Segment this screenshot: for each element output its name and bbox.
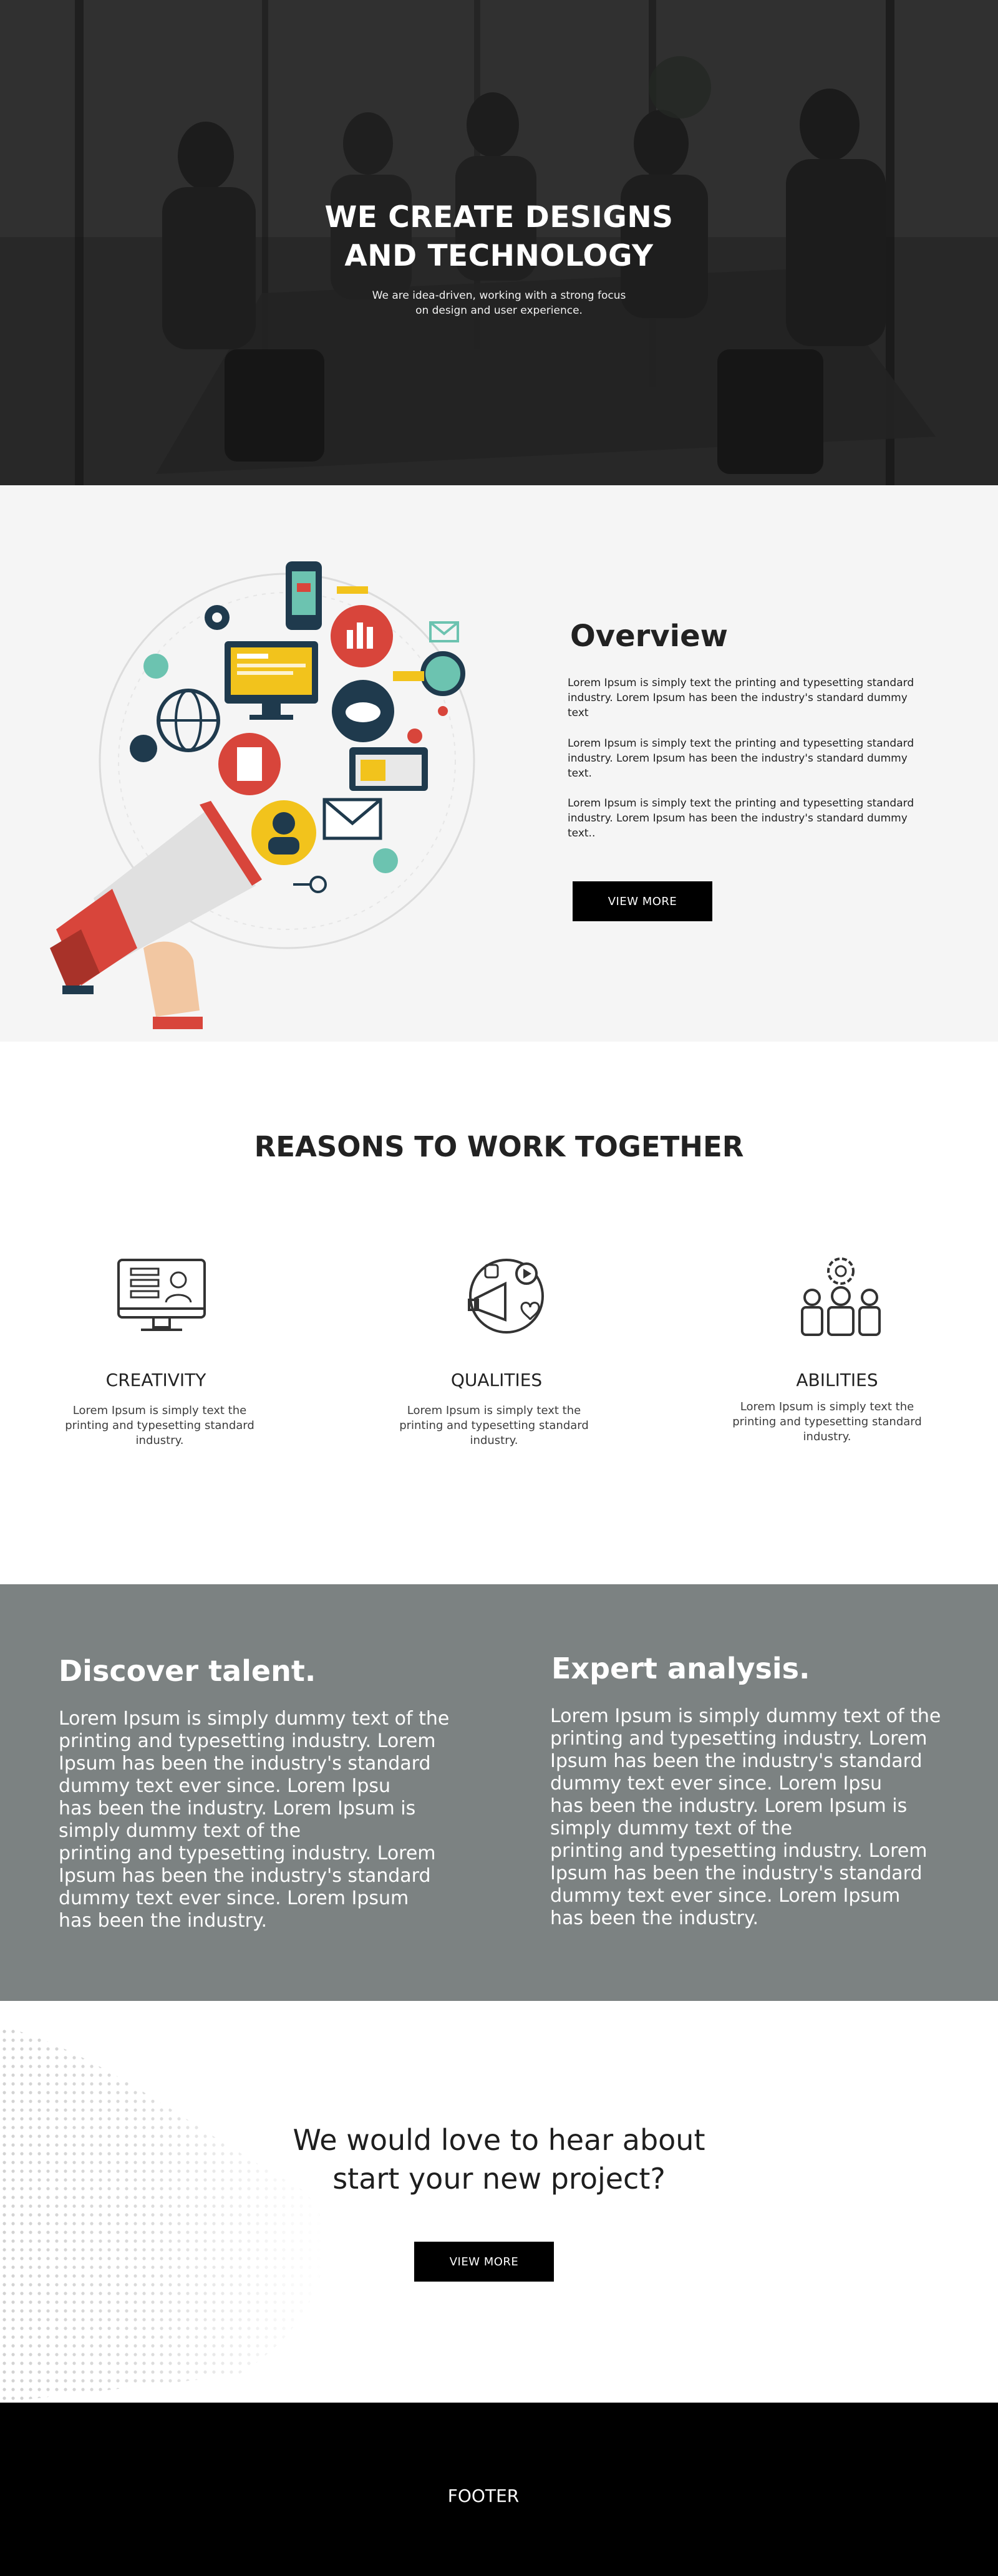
reason-qualities-text: Lorem Ipsum is simply text the printing …	[399, 1404, 589, 1447]
team-gear-icon	[801, 1257, 881, 1336]
footer-text: FOOTER	[447, 2486, 520, 2506]
hero-section: WE CREATE DESIGNS AND TECHNOLOGY We are …	[0, 0, 998, 485]
reason-qualities-title: QUALITIES	[450, 1370, 543, 1390]
cta-text: We would love to hear about start your n…	[293, 2123, 705, 2196]
overview-paragraph-1: Lorem Ipsum is simply text the printing …	[568, 677, 914, 719]
cta-view-more-button[interactable]: VIEW MORE	[414, 2242, 554, 2282]
social-megaphone-icon	[468, 1259, 544, 1334]
hero-subtitle: We are idea-driven, working with a stron…	[372, 289, 626, 317]
expert-analysis-text: Lorem Ipsum is simply dummy text of the …	[550, 1705, 941, 1929]
expert-analysis-heading: Expert analysis.	[551, 1652, 810, 1685]
reason-abilities-text: Lorem Ipsum is simply text the printing …	[732, 1400, 922, 1443]
monitor-profile-icon	[117, 1259, 206, 1331]
digital-marketing-megaphone-illustration	[50, 561, 475, 1029]
overview-paragraph-2: Lorem Ipsum is simply text the printing …	[568, 737, 914, 780]
dotted-wave-decoration	[0, 2026, 325, 2403]
discover-talent-text: Lorem Ipsum is simply dummy text of the …	[59, 1708, 450, 1932]
reasons-title: REASONS TO WORK TOGETHER	[254, 1130, 744, 1163]
overview-view-more-button[interactable]: VIEW MORE	[573, 881, 712, 921]
reason-creativity-text: Lorem Ipsum is simply text the printing …	[65, 1404, 254, 1447]
cta-section	[0, 2001, 998, 2403]
hero-title: WE CREATE DESIGNS AND TECHNOLOGY	[324, 200, 674, 273]
reason-abilities-title: ABILITIES	[796, 1370, 878, 1390]
discover-talent-heading: Discover talent.	[59, 1654, 316, 1688]
reason-creativity-title: CREATIVITY	[105, 1370, 206, 1390]
overview-title: Overview	[570, 619, 728, 654]
overview-paragraph-3: Lorem Ipsum is simply text the printing …	[568, 797, 914, 840]
